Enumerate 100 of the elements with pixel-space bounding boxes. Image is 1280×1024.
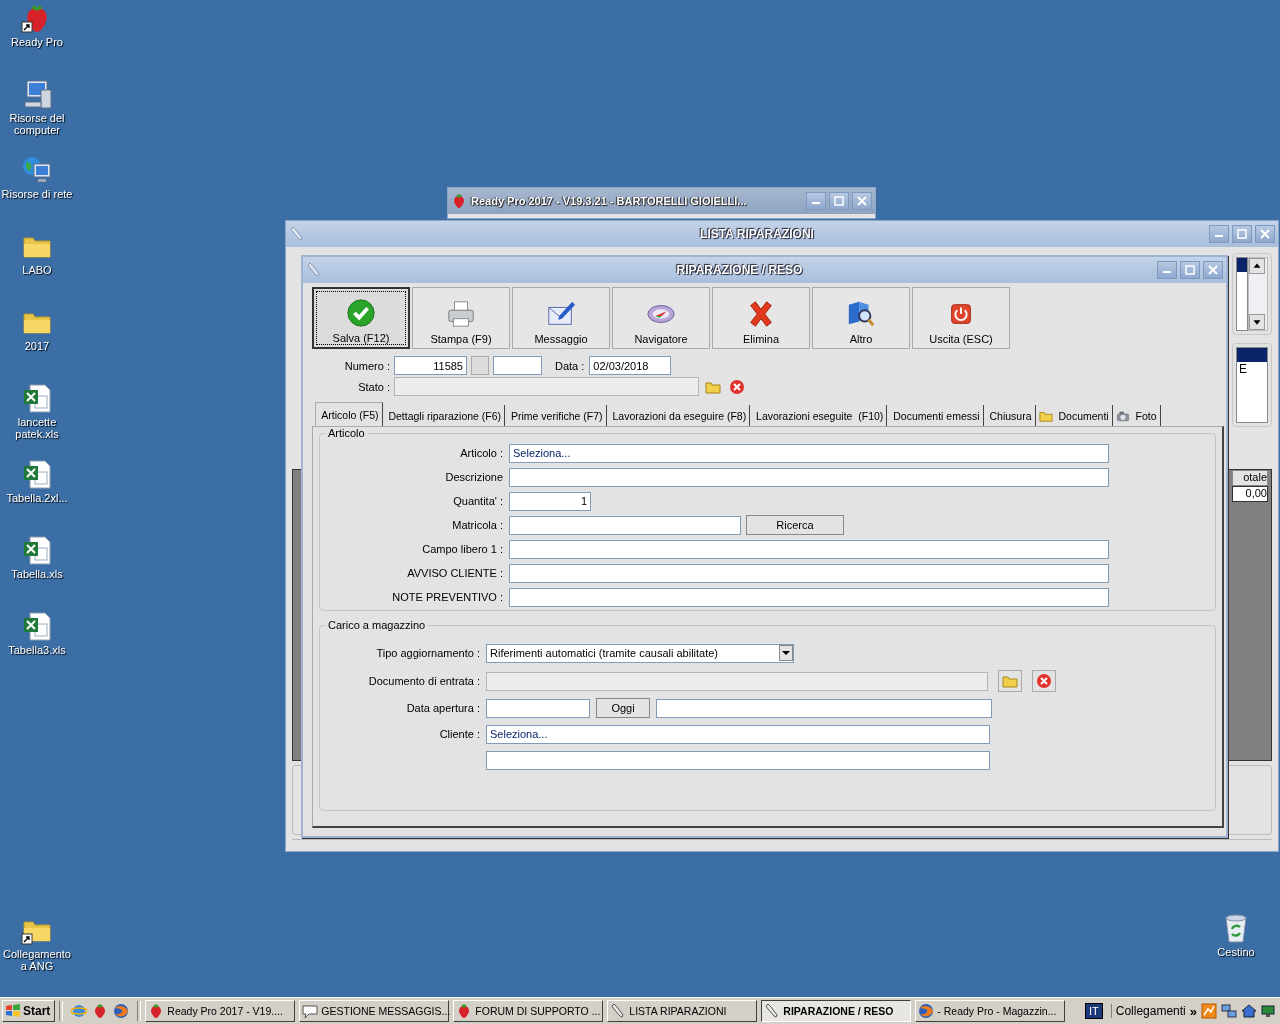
spreadsheet-icon[interactable]	[21, 534, 53, 566]
spreadsheet-icon[interactable]	[21, 458, 53, 490]
taskbar-button[interactable]: RIPARAZIONE / RESO	[761, 1000, 912, 1022]
close-icon	[1208, 265, 1218, 275]
close-button[interactable]	[1203, 261, 1223, 279]
tab[interactable]: Lavorazioni eseguite (F10)	[750, 405, 888, 426]
home-icon[interactable]	[1241, 1003, 1257, 1019]
maximize-icon	[1237, 229, 1247, 239]
today-button[interactable]: Oggi	[596, 698, 650, 718]
printer-icon	[446, 299, 476, 329]
maximize-button[interactable]	[1232, 225, 1252, 243]
search-button[interactable]: Ricerca	[746, 515, 844, 535]
field-label: Articolo :	[459, 447, 503, 459]
tab[interactable]: Documenti	[1035, 405, 1113, 426]
window-title: Ready Pro 2017 - V19.3.21 - BARTORELLI GIOIELLI...	[471, 195, 748, 207]
icon-label: Tabella3.xls	[7, 644, 67, 656]
language-indicator[interactable]: IT	[1084, 1003, 1103, 1019]
window-title: RIPARAZIONE / RESO	[675, 263, 804, 277]
computer-icon[interactable]	[21, 78, 53, 110]
client-field[interactable]: Seleziona...	[486, 724, 990, 744]
dropdown[interactable]: Riferimenti automatici (tramite causali abilitate)	[486, 643, 794, 663]
taskbar-button[interactable]: FORUM DI SUPPORTO ...	[453, 1000, 604, 1022]
close-button[interactable]	[1255, 225, 1275, 243]
field-label: AVVISO CLIENTE :	[406, 567, 503, 579]
spreadsheet-icon[interactable]	[21, 382, 53, 414]
monitor-icon[interactable]	[1261, 1003, 1277, 1019]
client-field[interactable]	[486, 750, 990, 770]
more-button[interactable]: »	[1189, 1003, 1197, 1019]
browser-icon[interactable]	[71, 1003, 88, 1019]
toolbar-button[interactable]: Uscita (ESC)	[912, 287, 1010, 349]
icon-label: Cestino	[1216, 946, 1256, 958]
tab[interactable]: Articolo (F5)	[315, 402, 383, 426]
tab[interactable]: Lavorazioni da eseguire (F8)	[606, 405, 751, 426]
field-label: Tipo aggiornamento :	[375, 647, 480, 659]
delete-icon	[729, 378, 745, 395]
toolbar-button[interactable]: Stampa (F9)	[412, 287, 510, 349]
toolbar-button[interactable]: Messaggio	[512, 287, 610, 349]
text-field[interactable]	[509, 587, 1109, 607]
suffix-field[interactable]	[493, 356, 542, 375]
toolbar-button[interactable]: Navigatore	[612, 287, 710, 349]
tab[interactable]: Chiusura	[983, 405, 1036, 426]
column-header[interactable]: otale	[1232, 470, 1268, 486]
folder-icon	[1002, 673, 1018, 689]
list-item[interactable]: E	[1237, 362, 1267, 376]
delete-icon	[1036, 673, 1052, 689]
field-label: Quantita' :	[452, 495, 503, 507]
field-label: Campo libero 1 :	[421, 543, 503, 555]
scroll-bar[interactable]	[1248, 257, 1268, 331]
text-field[interactable]	[509, 467, 1109, 487]
tab[interactable]: Prime verifiche (F7)	[505, 405, 607, 426]
text-field[interactable]	[509, 539, 1109, 559]
maximize-icon	[834, 196, 844, 206]
maximize-button[interactable]	[829, 192, 849, 210]
icon-label: Risorse di rete	[0, 188, 74, 200]
date-field[interactable]: 02/03/2018	[589, 356, 672, 375]
field-label: Descrizione	[444, 471, 503, 483]
group-title: Articolo	[327, 427, 366, 439]
taskbar-button[interactable]: - Ready Pro - Magazzin...	[915, 1000, 1066, 1022]
taskbar-button[interactable]: LISTA RIPARAZIONI	[607, 1000, 758, 1022]
globe-icon[interactable]	[113, 1003, 130, 1019]
toolbar-button[interactable]: Altro	[812, 287, 910, 349]
close-button[interactable]	[852, 192, 872, 210]
text-field[interactable]	[509, 515, 741, 535]
taskbar-button[interactable]: Ready Pro 2017 - V19....	[145, 1000, 296, 1022]
tab[interactable]: Documenti emessi	[887, 405, 984, 426]
network-icon[interactable]	[1221, 1003, 1237, 1019]
text-field[interactable]	[656, 698, 992, 718]
wrench-icon	[289, 226, 305, 242]
minimize-button[interactable]	[1157, 261, 1177, 279]
text-field[interactable]	[509, 563, 1109, 583]
chart-icon[interactable]	[1201, 1003, 1217, 1019]
minimize-button[interactable]	[1209, 225, 1229, 243]
tab[interactable]: Dettagli riparazione (F6)	[382, 405, 506, 426]
close-icon	[1260, 229, 1270, 239]
links-toolbar[interactable]: Collegamenti	[1110, 1004, 1186, 1018]
maximize-button[interactable]	[1180, 261, 1200, 279]
check-icon	[346, 298, 376, 328]
icon-label: Ready Pro	[10, 36, 64, 48]
spreadsheet-icon[interactable]	[21, 610, 53, 642]
number-field[interactable]: 11585	[394, 356, 467, 375]
speech-bubble-icon	[302, 1003, 319, 1019]
field-label: Stato :	[357, 380, 390, 393]
field-label: Documento di entrata :	[367, 675, 480, 687]
tab[interactable]: Foto	[1112, 405, 1161, 426]
minimize-button[interactable]	[806, 192, 826, 210]
field-label: Data :	[555, 359, 585, 372]
spin-button[interactable]	[471, 356, 489, 375]
quantity-field[interactable]: 1	[509, 491, 591, 511]
clear-button[interactable]	[1032, 670, 1056, 692]
date-field[interactable]	[486, 698, 590, 718]
browse-button[interactable]	[998, 670, 1022, 692]
close-icon	[857, 196, 867, 206]
scroll-down-icon[interactable]	[1249, 314, 1265, 330]
toolbar-button[interactable]: Elimina	[712, 287, 810, 349]
scroll-up-icon[interactable]	[1249, 258, 1265, 274]
toolbar-button[interactable]: Salva (F12)	[312, 287, 410, 349]
start-button[interactable]: Start	[2, 1000, 56, 1022]
table-cell: 0,00	[1232, 486, 1268, 502]
text-field[interactable]: Seleziona...	[509, 443, 1109, 463]
icon-label: Collegamento a ANG	[2, 948, 72, 972]
